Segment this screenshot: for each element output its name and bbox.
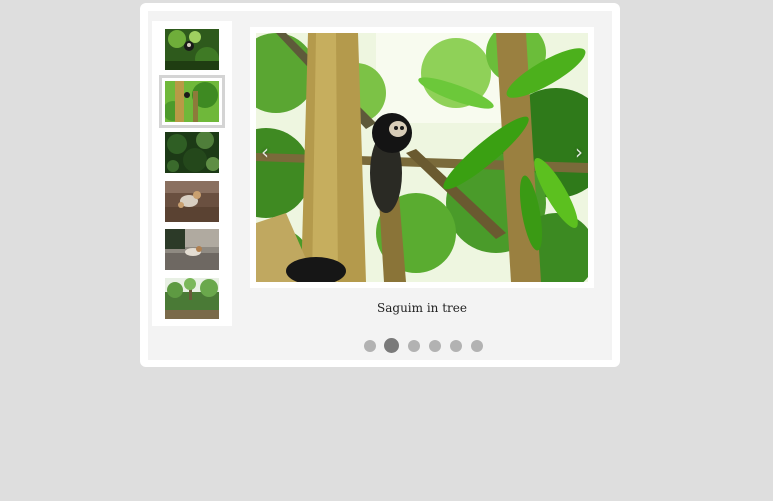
- thumbnail-2[interactable]: [159, 75, 225, 128]
- interior-thumbnail-icon: [165, 229, 219, 270]
- thumbnail-5[interactable]: [165, 229, 219, 270]
- tree-monkey-thumbnail-icon: [165, 81, 219, 122]
- thumbnail-4[interactable]: [165, 181, 219, 222]
- thumbnail-3[interactable]: [165, 132, 219, 173]
- next-arrow-icon[interactable]: ›: [568, 135, 590, 169]
- pagination-dot-2[interactable]: [384, 338, 399, 353]
- pagination-dot-5[interactable]: [450, 340, 462, 352]
- thumbnail-1[interactable]: [165, 29, 219, 70]
- saguim-in-tree-photo-icon: [256, 33, 588, 282]
- dog-thumbnail-icon: [165, 181, 219, 222]
- main-image: [256, 33, 588, 282]
- pagination-dot-4[interactable]: [429, 340, 441, 352]
- gallery-panel: ‹ › Saguim in tree: [148, 11, 612, 360]
- prev-arrow-icon[interactable]: ‹: [254, 135, 276, 169]
- gallery-frame: ‹ › Saguim in tree: [140, 3, 620, 367]
- landscape-thumbnail-icon: [165, 278, 219, 319]
- pagination-dot-3[interactable]: [408, 340, 420, 352]
- thumbnail-6[interactable]: [165, 278, 219, 319]
- pagination-dot-6[interactable]: [471, 340, 483, 352]
- monkey-thumbnail-icon: [165, 29, 219, 70]
- main-image-frame: ‹ ›: [250, 27, 594, 288]
- image-caption: Saguim in tree: [377, 301, 467, 315]
- thumbnail-strip: [152, 21, 232, 326]
- pagination-dot-1[interactable]: [364, 340, 376, 352]
- foliage-thumbnail-icon: [165, 132, 219, 173]
